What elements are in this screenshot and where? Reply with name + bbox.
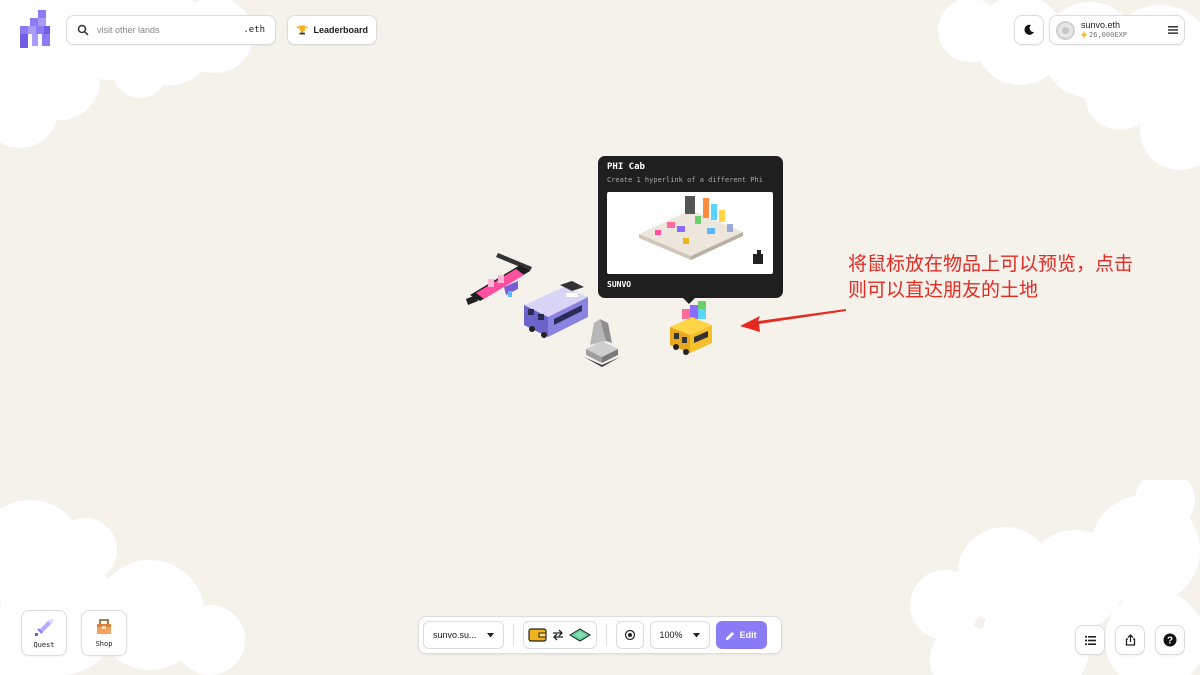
wallet-icon[interactable]: [527, 627, 548, 643]
list-button[interactable]: [1075, 625, 1105, 655]
leaderboard-button[interactable]: Leaderboard: [287, 15, 377, 45]
leaderboard-label: Leaderboard: [313, 25, 368, 35]
share-icon: [1125, 634, 1135, 646]
hamburger-menu-icon[interactable]: [1168, 26, 1178, 34]
search-bar[interactable]: .eth: [66, 15, 276, 45]
target-icon: [624, 629, 635, 641]
tooltip-title: PHI Cab: [607, 162, 645, 172]
zoom-value: 100%: [659, 630, 683, 640]
theme-toggle-button[interactable]: [1014, 15, 1044, 45]
pencil-icon: [725, 631, 734, 640]
vr-sign-object[interactable]: [466, 253, 532, 305]
land-preview-image[interactable]: [607, 192, 773, 274]
bus-object[interactable]: [524, 281, 588, 338]
phi-cab-object[interactable]: [670, 301, 712, 355]
lightning-icon: [1081, 31, 1087, 39]
shop-label: Shop: [95, 640, 113, 648]
edit-label: Edit: [739, 630, 757, 640]
sword-icon: [35, 619, 53, 636]
annotation-arrow: [740, 309, 846, 332]
list-icon: [1084, 635, 1096, 645]
land-tile-icon[interactable]: [568, 627, 592, 643]
profile-name: sunvo.eth: [1081, 20, 1121, 30]
quest-label: Quest: [33, 641, 55, 649]
wallet-land-switch[interactable]: [522, 621, 597, 649]
toolbar-divider: [512, 624, 514, 646]
bottom-toolbar: sunvo.su... 100% Edit: [418, 616, 782, 654]
center-view-button[interactable]: [615, 621, 644, 649]
tooltip-arrow: [683, 298, 695, 304]
swap-arrows-icon: [552, 629, 563, 641]
search-input[interactable]: [97, 25, 244, 35]
toolbar-divider: [605, 624, 607, 646]
help-button[interactable]: ?: [1155, 625, 1185, 655]
land-select[interactable]: sunvo.su...: [423, 621, 504, 649]
land-select-value: sunvo.su...: [433, 630, 477, 640]
chevron-down-icon: [486, 632, 494, 637]
bag-icon: [97, 619, 111, 634]
avatar: [1056, 20, 1075, 40]
tooltip-description: Create 1 hyperlink of a different Phi: [607, 176, 763, 184]
annotation-line-2: 则可以直达朋友的土地: [848, 279, 1039, 301]
edit-button[interactable]: Edit: [715, 621, 767, 649]
shop-button[interactable]: Shop: [81, 610, 127, 656]
annotation-line-1: 将鼠标放在物品上可以预览，点击: [848, 253, 1134, 275]
zoom-select[interactable]: 100%: [649, 621, 710, 649]
quest-button[interactable]: Quest: [21, 610, 67, 656]
svg-text:?: ?: [1167, 636, 1173, 647]
monument-object[interactable]: [584, 319, 620, 367]
search-suffix: .eth: [243, 25, 265, 35]
trophy-icon: [296, 25, 308, 35]
question-icon: ?: [1163, 633, 1177, 647]
share-button[interactable]: [1115, 625, 1145, 655]
search-icon: [77, 24, 89, 36]
tooltip-owner: SUNVO: [607, 280, 632, 289]
moon-icon: [1024, 24, 1034, 35]
profile-menu[interactable]: sunvo.eth 26,000EXP: [1049, 15, 1185, 45]
object-preview-tooltip: PHI Cab Create 1 hyperlink of a differen…: [598, 156, 783, 304]
profile-exp: 26,000EXP: [1089, 31, 1127, 39]
phi-logo-icon[interactable]: [18, 10, 52, 50]
annotation-text: 将鼠标放在物品上可以预览，点击 则可以直达朋友的土地: [848, 251, 1133, 303]
chevron-down-icon: [692, 632, 700, 637]
